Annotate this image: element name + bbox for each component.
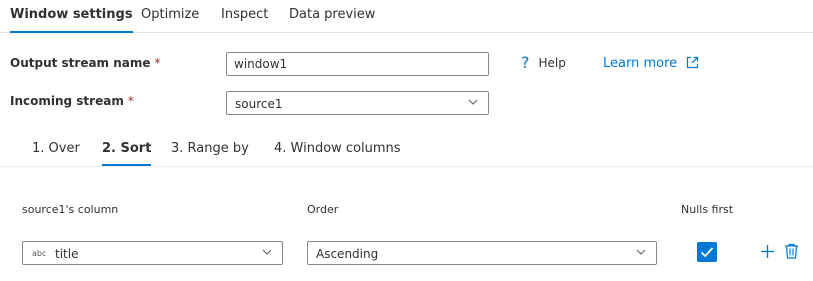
tab-window-settings[interactable]: Window settings bbox=[10, 7, 133, 33]
tab-optimize[interactable]: Optimize bbox=[141, 7, 199, 22]
required-marker: * bbox=[154, 56, 161, 70]
output-stream-name-label: Output stream name * bbox=[10, 56, 161, 70]
output-stream-name-input[interactable] bbox=[226, 52, 489, 76]
learn-more-link[interactable]: Learn more bbox=[603, 56, 699, 71]
column-header-order: Order bbox=[307, 203, 339, 216]
incoming-stream-value: source1 bbox=[235, 97, 283, 111]
learn-more-label: Learn more bbox=[603, 56, 678, 71]
incoming-stream-label: Incoming stream * bbox=[10, 94, 134, 108]
sort-column-dropdown[interactable]: abc title bbox=[22, 241, 283, 265]
top-tab-bar: Window settings Optimize Inspect Data pr… bbox=[0, 0, 813, 33]
sort-column-value: title bbox=[55, 247, 79, 261]
tab-window-columns[interactable]: 4. Window columns bbox=[274, 141, 401, 156]
tab-inspect[interactable]: Inspect bbox=[221, 7, 268, 22]
chevron-down-icon bbox=[636, 249, 646, 255]
column-header-nulls-first: Nulls first bbox=[681, 203, 734, 216]
column-header-source-column: source1's column bbox=[22, 203, 119, 216]
help-label: Help bbox=[538, 56, 566, 70]
required-marker: * bbox=[127, 94, 134, 108]
tab-range-by[interactable]: 3. Range by bbox=[171, 141, 249, 156]
nulls-first-checkbox[interactable] bbox=[697, 242, 717, 262]
help-link[interactable]: ? Help bbox=[521, 53, 566, 72]
tab-over[interactable]: 1. Over bbox=[32, 141, 80, 156]
output-stream-name-label-text: Output stream name bbox=[10, 56, 151, 70]
incoming-stream-label-text: Incoming stream bbox=[10, 94, 124, 108]
string-type-icon: abc bbox=[32, 249, 47, 258]
chevron-down-icon bbox=[262, 249, 272, 255]
chevron-down-icon bbox=[468, 99, 478, 105]
incoming-stream-dropdown[interactable]: source1 bbox=[226, 91, 489, 115]
tab-sort[interactable]: 2. Sort bbox=[102, 141, 152, 166]
delete-icon[interactable] bbox=[784, 243, 799, 259]
open-external-icon bbox=[687, 56, 699, 69]
sub-tab-bar: 1. Over 2. Sort 3. Range by 4. Window co… bbox=[0, 130, 813, 167]
add-icon[interactable] bbox=[760, 244, 775, 259]
tab-data-preview[interactable]: Data preview bbox=[289, 7, 375, 22]
sort-order-dropdown[interactable]: Ascending bbox=[307, 241, 657, 265]
question-icon: ? bbox=[521, 53, 530, 72]
checkmark-icon bbox=[700, 247, 714, 258]
sort-order-value: Ascending bbox=[316, 247, 379, 261]
